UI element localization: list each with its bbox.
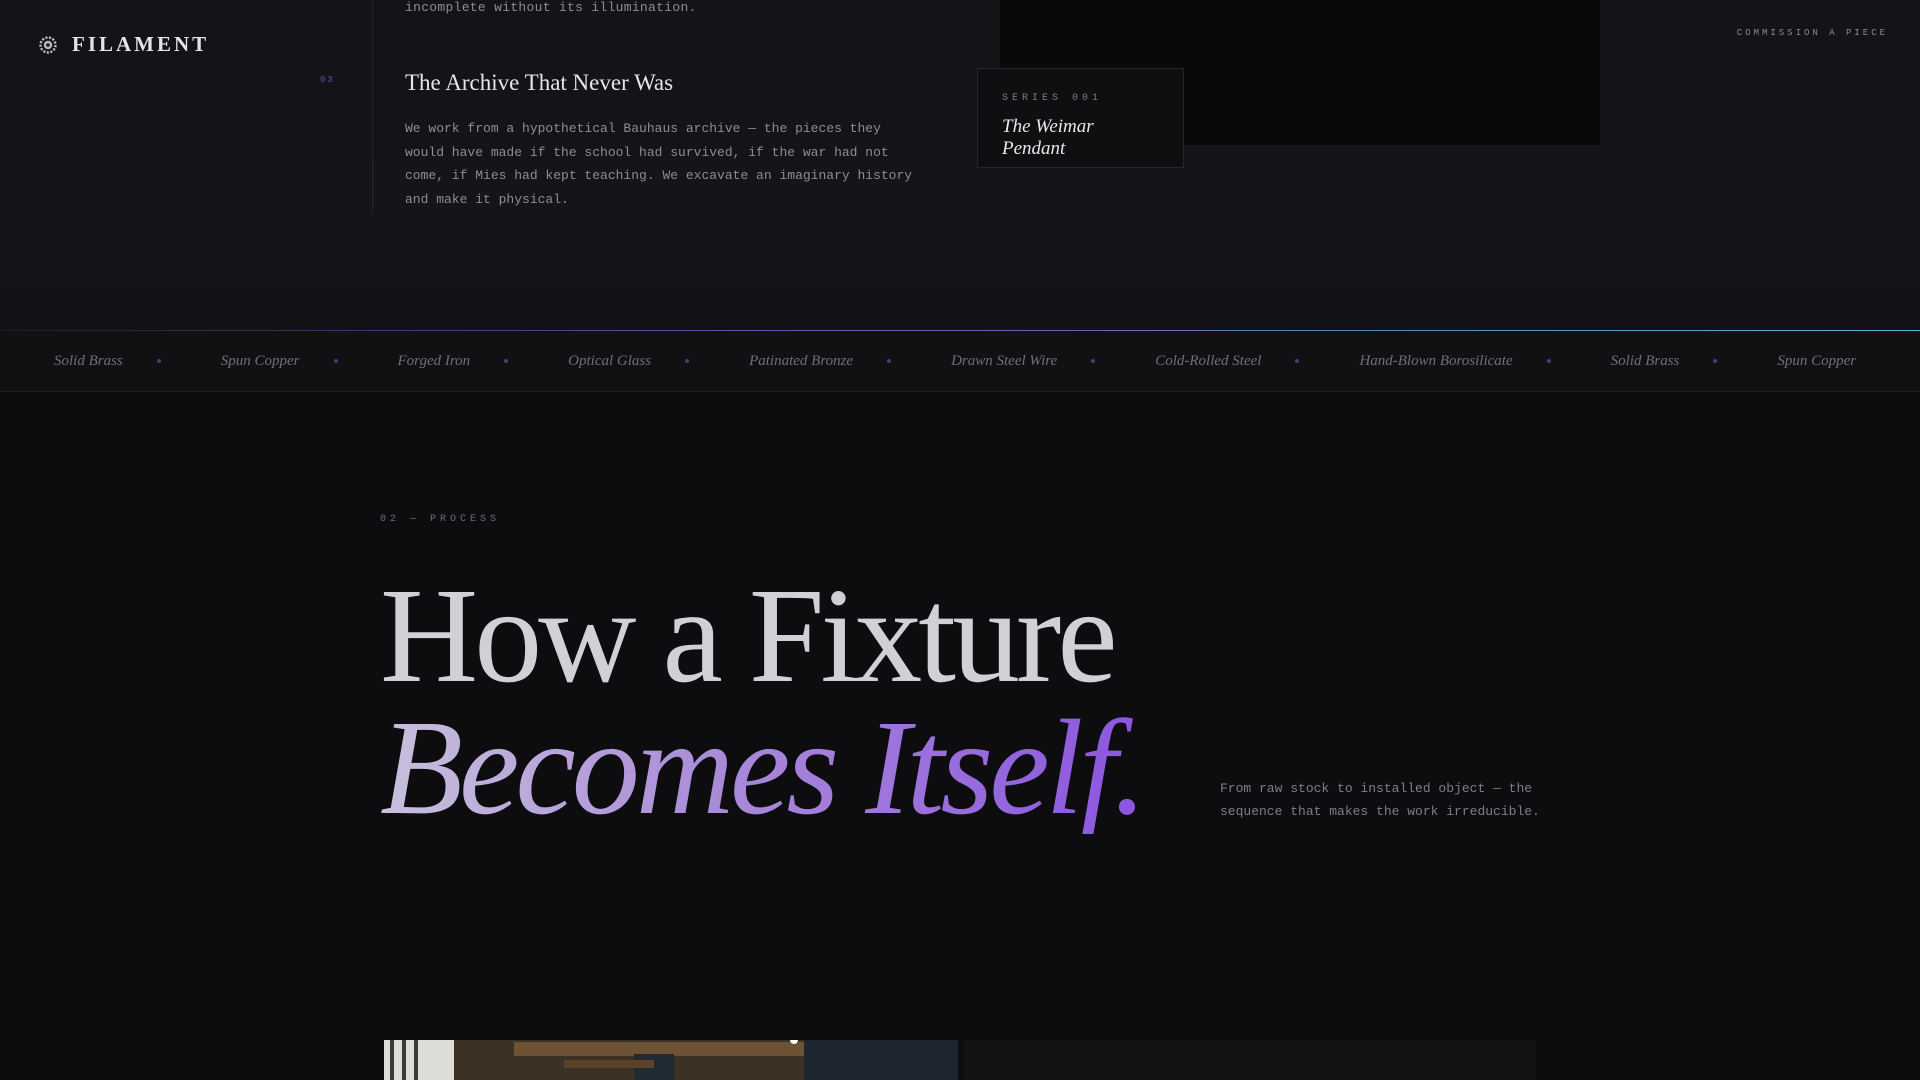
- process-headline: How a Fixture Becomes Itself.: [380, 561, 1147, 843]
- headline-line-2: Becomes Itself.: [380, 693, 1147, 843]
- previous-item-text: incomplete without its illumination.: [405, 0, 697, 15]
- material-item: Solid Brass: [54, 352, 123, 369]
- timeline-divider: [372, 0, 373, 215]
- materials-track: Solid Brass Spun Copper Forged Iron Opti…: [0, 330, 1857, 391]
- material-item: Optical Glass: [568, 352, 652, 369]
- headline-line-1: How a Fixture: [380, 561, 1118, 711]
- gear-bulb-icon: [39, 35, 57, 54]
- material-item: Forged Iron: [397, 352, 471, 369]
- material-item: Spun Copper: [1777, 352, 1857, 369]
- separator-dot: [887, 359, 892, 363]
- materials-marquee: Solid Brass Spun Copper Forged Iron Opti…: [0, 330, 1920, 392]
- item-title: The Archive That Never Was: [405, 70, 674, 95]
- separator-dot: [333, 359, 338, 363]
- process-section: 02 — PROCESS How a Fixture Becomes Itsel…: [0, 392, 1920, 1080]
- brand-logo[interactable]: FILAMENT: [38, 32, 209, 57]
- separator-dot: [1295, 359, 1300, 363]
- process-subtext: From raw stock to installed object — the…: [1220, 781, 1540, 819]
- material-item: Drawn Steel Wire: [951, 352, 1058, 369]
- series-title: The Weimar Pendant: [1002, 116, 1094, 159]
- material-item: Solid Brass: [1610, 352, 1680, 369]
- item-body: We work from a hypothetical Bauhaus arch…: [405, 121, 913, 207]
- separator-dot: [156, 359, 161, 363]
- separator-dot: [1546, 359, 1551, 363]
- series-card[interactable]: SERIES 001 The Weimar Pendant: [977, 68, 1184, 168]
- brand-name: FILAMENT: [72, 32, 210, 56]
- workshop-photo: [384, 1040, 958, 1080]
- workshop-photo-art: [384, 1040, 958, 1080]
- item-number: 03: [320, 75, 335, 85]
- series-label: SERIES 001: [1002, 93, 1103, 104]
- separator-dot: [1713, 359, 1718, 363]
- separator-dot: [504, 359, 509, 363]
- process-panel: [964, 1040, 1536, 1080]
- material-item: Spun Copper: [220, 352, 300, 369]
- section-eyebrow: 02 — PROCESS: [380, 514, 501, 525]
- material-item: Cold-Rolled Steel: [1155, 352, 1262, 369]
- manifesto-section: FILAMENT COMMISSION A PIECE incomplete w…: [0, 0, 1920, 330]
- separator-dot: [685, 359, 690, 363]
- separator-dot: [1091, 359, 1096, 363]
- commission-link[interactable]: COMMISSION A PIECE: [1737, 28, 1888, 38]
- material-item: Patinated Bronze: [749, 352, 854, 369]
- material-item: Hand-Blown Borosilicate: [1359, 352, 1513, 369]
